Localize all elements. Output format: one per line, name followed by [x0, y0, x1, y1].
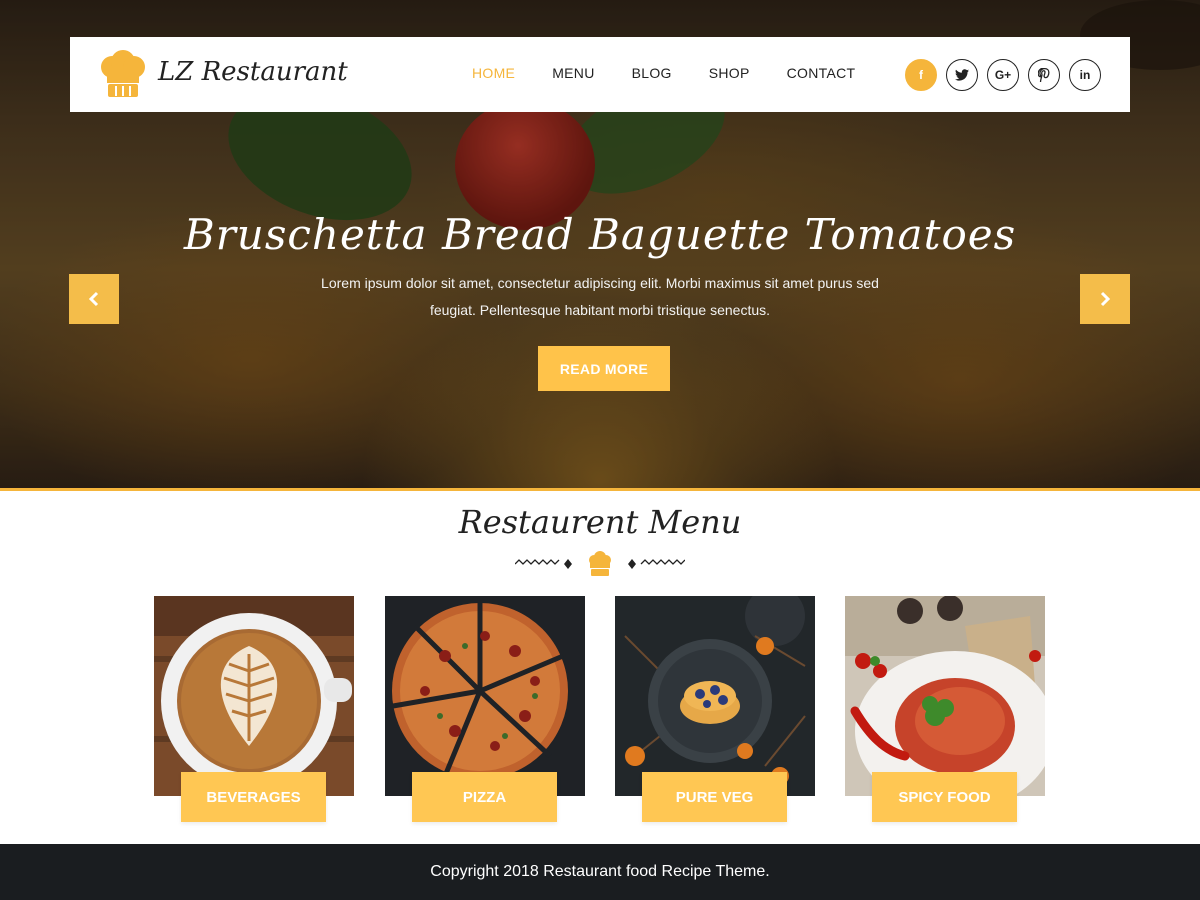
- menu-card-beverages-image[interactable]: [154, 596, 354, 796]
- slider-prev-button[interactable]: [69, 274, 119, 324]
- menu-category-spicy-food[interactable]: SPICY FOOD: [872, 772, 1017, 822]
- pinterest-icon[interactable]: [1028, 59, 1060, 91]
- chef-hat-icon[interactable]: [97, 49, 149, 101]
- linkedin-icon[interactable]: in: [1069, 59, 1101, 91]
- site-header: LZ Restaurant HOME MENU BLOG SHOP CONTAC…: [70, 37, 1130, 112]
- hero-bottom-border: [0, 488, 1200, 491]
- menu-category-pizza[interactable]: PIZZA: [412, 772, 557, 822]
- menu-category-pure-veg[interactable]: PURE VEG: [642, 772, 787, 822]
- menu-card-pizza-image[interactable]: [385, 596, 585, 796]
- menu-category-beverages[interactable]: BEVERAGES: [181, 772, 326, 822]
- chevron-right-icon: [1100, 291, 1111, 307]
- site-footer: Copyright 2018 Restaurant food Recipe Th…: [0, 844, 1200, 900]
- section-divider-chef-hat-icon: [515, 551, 685, 576]
- linkedin-glyph: in: [1079, 68, 1091, 82]
- chevron-left-icon: [88, 291, 99, 307]
- menu-section-title: Restaurent Menu: [458, 503, 742, 541]
- nav-item-shop[interactable]: SHOP: [709, 65, 750, 81]
- site-logo-text[interactable]: LZ Restaurant: [158, 57, 348, 87]
- twitter-bird-icon: [955, 69, 969, 81]
- menu-card-pure-veg-image[interactable]: [615, 596, 815, 796]
- copyright-text: Copyright 2018 Restaurant food Recipe Th…: [430, 863, 770, 880]
- read-more-button[interactable]: READ MORE: [538, 346, 670, 391]
- menu-card-spicy-food-image[interactable]: [845, 596, 1045, 796]
- nav-item-menu[interactable]: MENU: [552, 65, 594, 81]
- facebook-glyph: f: [919, 68, 923, 82]
- pinterest-glyph-icon: [1038, 68, 1050, 82]
- nav-item-blog[interactable]: BLOG: [632, 65, 672, 81]
- slider-next-button[interactable]: [1080, 274, 1130, 324]
- nav-item-home[interactable]: HOME: [472, 65, 515, 81]
- twitter-icon[interactable]: [946, 59, 978, 91]
- nav-item-contact[interactable]: CONTACT: [787, 65, 856, 81]
- google-plus-icon[interactable]: G+: [987, 59, 1019, 91]
- facebook-icon[interactable]: f: [905, 59, 937, 91]
- slide-title: Bruschetta Bread Baguette Tomatoes: [183, 210, 1017, 259]
- slide-description: Lorem ipsum dolor sit amet, consectetur …: [321, 275, 879, 318]
- main-nav: HOME MENU BLOG SHOP CONTACT: [472, 65, 892, 81]
- social-links: f G+ in: [905, 59, 1101, 91]
- hero-slider: LZ Restaurant HOME MENU BLOG SHOP CONTAC…: [0, 0, 1200, 488]
- google-plus-glyph: G+: [994, 68, 1012, 82]
